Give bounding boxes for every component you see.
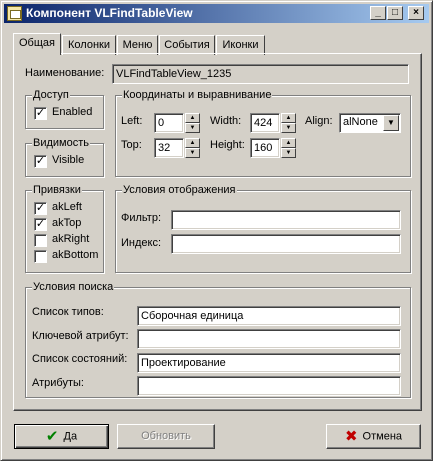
- key-attr-label: Ключевой атрибут:: [32, 330, 129, 342]
- enabled-checkbox[interactable]: ✓: [34, 107, 47, 120]
- index-label: Индекс:: [121, 237, 162, 249]
- tab-events[interactable]: События: [159, 35, 215, 55]
- app-icon: [7, 6, 22, 21]
- cancel-label: Отмена: [362, 430, 403, 443]
- tab-columns[interactable]: Колонки: [62, 35, 116, 55]
- top-spinner[interactable]: ▲ ▼: [185, 138, 200, 158]
- close-button[interactable]: ×: [408, 6, 424, 20]
- visible-checkbox[interactable]: ✓: [34, 155, 47, 168]
- minimize-button[interactable]: _: [370, 6, 386, 20]
- coords-group: Координаты и выравнивание Left: 0 ▲ ▼ Top…: [115, 89, 411, 177]
- access-group-title: Доступ: [32, 89, 70, 101]
- search-group-title: Условия поиска: [32, 281, 115, 293]
- states-label: Список состояний:: [32, 353, 128, 365]
- left-label: Left:: [121, 115, 143, 127]
- top-label: Top:: [121, 139, 142, 151]
- key-attr-input[interactable]: [137, 329, 401, 349]
- minimize-icon: _: [375, 7, 381, 18]
- window-title: Компонент VLFindTableView: [26, 6, 193, 20]
- enabled-label: Enabled: [52, 106, 93, 118]
- name-label: Наименование:: [25, 67, 105, 79]
- tab-general[interactable]: Общая: [13, 33, 61, 55]
- left-input[interactable]: 0: [154, 113, 184, 133]
- maximize-icon: □: [391, 7, 399, 18]
- refresh-button[interactable]: Обновить: [117, 424, 215, 449]
- attrs-label: Атрибуты:: [32, 377, 84, 389]
- top-input[interactable]: 32: [154, 138, 184, 158]
- akleft-label: akLeft: [52, 201, 82, 213]
- tab-panel-general: Наименование: VLFindTableView_1235 Досту…: [13, 53, 422, 411]
- spin-up-icon[interactable]: ▲: [281, 138, 296, 148]
- anchors-group-title: Привязки: [32, 184, 82, 196]
- align-label: Align:: [305, 115, 333, 127]
- filter-input[interactable]: [171, 210, 401, 230]
- index-input[interactable]: [171, 234, 401, 254]
- akleft-checkbox[interactable]: ✓: [34, 202, 47, 215]
- maximize-button[interactable]: □: [387, 6, 403, 20]
- aktop-label: akTop: [52, 217, 82, 229]
- access-group: Доступ ✓ Enabled: [25, 89, 104, 129]
- spin-down-icon[interactable]: ▼: [185, 148, 200, 158]
- chevron-down-icon[interactable]: ▼: [383, 115, 399, 131]
- title-bar[interactable]: Компонент VLFindTableView _ □ ×: [4, 4, 429, 23]
- tab-menu[interactable]: Меню: [117, 35, 158, 55]
- akbottom-checkbox[interactable]: [34, 250, 47, 263]
- height-input[interactable]: 160: [250, 138, 280, 158]
- visible-label: Visible: [52, 154, 85, 166]
- visibility-group: Видимость ✓ Visible: [25, 137, 104, 177]
- align-select[interactable]: alNone ▼: [339, 113, 401, 133]
- spin-down-icon[interactable]: ▼: [281, 148, 296, 158]
- types-input[interactable]: Сборочная единица: [137, 306, 401, 326]
- ok-label: Да: [63, 430, 78, 443]
- types-label: Список типов:: [32, 306, 104, 318]
- ok-button[interactable]: ✔ Да: [14, 424, 109, 449]
- attrs-input[interactable]: [137, 376, 401, 396]
- spin-up-icon[interactable]: ▲: [185, 138, 200, 148]
- width-label: Width:: [210, 115, 242, 127]
- coords-group-title: Координаты и выравнивание: [122, 89, 273, 101]
- spin-down-icon[interactable]: ▼: [185, 123, 200, 133]
- spin-down-icon[interactable]: ▼: [281, 123, 296, 133]
- akbottom-label: akBottom: [52, 249, 99, 261]
- aktop-checkbox[interactable]: ✓: [34, 218, 47, 231]
- cross-icon: ✖: [344, 428, 358, 445]
- width-spinner[interactable]: ▲ ▼: [281, 113, 296, 133]
- dialog-window: Компонент VLFindTableView _ □ × Общая Ко…: [0, 0, 433, 461]
- checkmark-icon: ✔: [45, 428, 59, 445]
- visibility-group-title: Видимость: [32, 137, 90, 149]
- align-value: alNone: [343, 116, 378, 128]
- width-input[interactable]: 424: [250, 113, 280, 133]
- display-group: Условия отображения Фильтр: Индекс:: [115, 184, 411, 273]
- filter-label: Фильтр:: [121, 212, 162, 224]
- display-group-title: Условия отображения: [122, 184, 237, 196]
- height-label: Height:: [210, 139, 245, 151]
- akright-checkbox[interactable]: [34, 234, 47, 247]
- spin-up-icon[interactable]: ▲: [281, 113, 296, 123]
- akright-label: akRight: [52, 233, 90, 245]
- refresh-label: Обновить: [141, 430, 191, 442]
- left-spinner[interactable]: ▲ ▼: [185, 113, 200, 133]
- anchors-group: Привязки ✓ akLeft ✓ akTop akRight akBott…: [25, 184, 104, 273]
- search-group: Условия поиска Список типов: Сборочная е…: [25, 281, 411, 398]
- states-input[interactable]: Проектирование: [137, 353, 401, 373]
- tab-icons[interactable]: Иконки: [216, 35, 265, 55]
- close-icon: ×: [413, 7, 419, 18]
- cancel-button[interactable]: ✖ Отмена: [326, 424, 421, 449]
- height-spinner[interactable]: ▲ ▼: [281, 138, 296, 158]
- spin-up-icon[interactable]: ▲: [185, 113, 200, 123]
- name-field[interactable]: VLFindTableView_1235: [112, 64, 409, 84]
